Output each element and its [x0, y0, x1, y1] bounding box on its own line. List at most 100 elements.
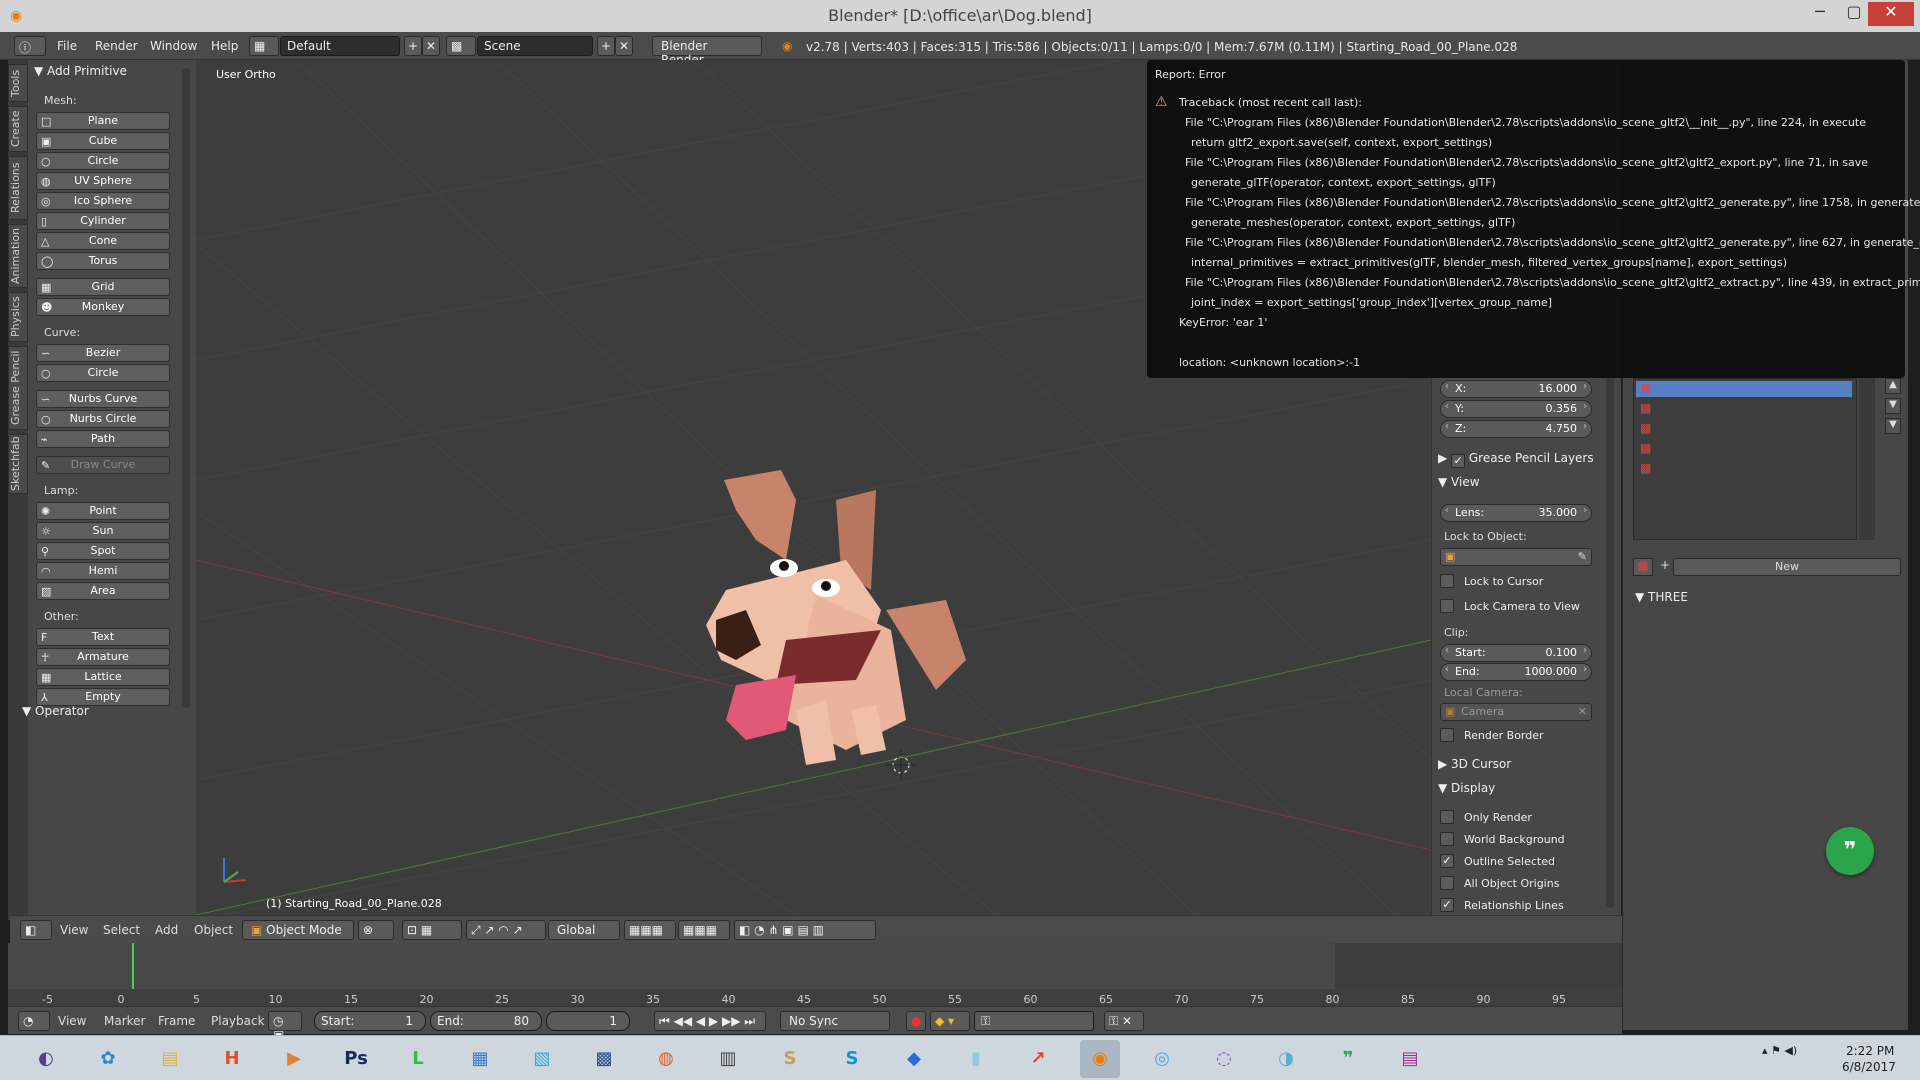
grease-pencil-checkbox[interactable]: ✓	[1451, 454, 1466, 468]
clear-icon[interactable]: ✕	[1578, 705, 1587, 718]
add-nurbs-curve-button[interactable]: ∽ Nurbs Curve	[36, 390, 170, 408]
taskbar-app-icon[interactable]: ◌	[1204, 1040, 1244, 1078]
local-camera-field[interactable]: ▣ Camera ✕	[1440, 703, 1592, 721]
tab-animation[interactable]: Animation	[8, 224, 28, 288]
pivot-icon[interactable]: ⊡ ▦	[402, 920, 462, 940]
add-scene-icon[interactable]: +	[597, 36, 615, 56]
add-curve-circle-button[interactable]: ○ Circle	[36, 364, 170, 382]
tab-relations[interactable]: Relations	[8, 156, 28, 220]
add-cylinder-button[interactable]: ▯ Cylinder	[36, 212, 170, 230]
menu-view[interactable]: View	[58, 1014, 86, 1028]
view-section-header[interactable]: ▼ View	[1438, 475, 1480, 489]
menu-window[interactable]: Window	[150, 39, 197, 53]
add-armature-button[interactable]: ☥ Armature	[36, 648, 170, 666]
editor-type-icon[interactable]: ⓘ	[14, 36, 46, 56]
move-down-icon[interactable]: ▼	[1885, 398, 1901, 414]
taskbar-app-icon[interactable]: ◉	[1080, 1040, 1120, 1078]
draw-curve-button[interactable]: ✎ Draw Curve	[36, 456, 170, 474]
taskbar-app-icon[interactable]: ❞	[1328, 1040, 1368, 1078]
add-sun-lamp-button[interactable]: ☼ Sun	[36, 522, 170, 540]
taskbar-app-icon[interactable]: ◍	[646, 1040, 686, 1078]
move-up-icon[interactable]: ▲	[1885, 378, 1901, 394]
menu-object[interactable]: Object	[194, 923, 233, 937]
remove-layout-icon[interactable]: ✕	[422, 36, 440, 56]
add-nurbs-circle-button[interactable]: ○ Nurbs Circle	[36, 410, 170, 428]
add-torus-button[interactable]: ◯ Torus	[36, 252, 170, 270]
clip-start-field[interactable]: ‹ Start: 0.100 ›	[1440, 644, 1592, 662]
menu-playback[interactable]: Playback	[211, 1014, 265, 1028]
eyedropper-icon[interactable]: ✎	[1578, 550, 1587, 563]
taskbar-app-icon[interactable]: ✿	[88, 1040, 128, 1078]
shading-icon[interactable]: ⊗	[358, 920, 394, 940]
manipulator-icon[interactable]: ⤢ ↗ ◠ ↗	[466, 920, 546, 940]
layers-icon[interactable]: ▦▦▦	[624, 920, 676, 940]
snap-icon[interactable]: ◧ ◔ ⋔ ▣ ▤ ▥	[734, 920, 876, 940]
tray-icons[interactable]: ▴ ⚑ ◀)	[1762, 1044, 1797, 1057]
more-icon[interactable]: ▼	[1885, 418, 1901, 434]
add-point-lamp-button[interactable]: ✺ Point	[36, 502, 170, 520]
outline-selected-checkbox[interactable]: ✓	[1440, 854, 1454, 868]
taskbar-app-icon[interactable]: ◑	[1266, 1040, 1306, 1078]
add-monkey-button[interactable]: ☻ Monkey	[36, 298, 170, 316]
texture-slot-selected[interactable]	[1636, 381, 1852, 397]
new-texture-button[interactable]: New	[1673, 558, 1901, 576]
render-border-checkbox[interactable]	[1440, 728, 1454, 742]
current-frame-field[interactable]: 1	[546, 1011, 630, 1031]
taskbar-app-icon[interactable]: H	[212, 1040, 252, 1078]
taskbar-app-icon[interactable]: ▥	[708, 1040, 748, 1078]
grease-pencil-layers-header[interactable]: ▶ ✓ Grease Pencil Layers	[1438, 451, 1594, 468]
scene-field[interactable]: Scene	[477, 36, 593, 56]
render-engine-dropdown[interactable]: Blender Render	[652, 36, 762, 67]
location-y-field[interactable]: ‹ Y: 0.356 ›	[1440, 400, 1592, 418]
layout-grid-icon[interactable]: ▦	[249, 36, 279, 56]
only-render-checkbox[interactable]	[1440, 810, 1454, 824]
editor-type-icon[interactable]: ◧	[20, 920, 52, 940]
lens-field[interactable]: ‹ Lens: 35.000 ›	[1440, 504, 1592, 522]
taskbar-app-icon[interactable]: S	[832, 1040, 872, 1078]
add-hemi-lamp-button[interactable]: ◠ Hemi	[36, 562, 170, 580]
add-circle-button[interactable]: ○ Circle	[36, 152, 170, 170]
world-background-checkbox[interactable]	[1440, 832, 1454, 846]
all-origins-checkbox[interactable]	[1440, 876, 1454, 890]
lock-camera-checkbox[interactable]	[1440, 599, 1454, 613]
location-x-field[interactable]: ‹ X: 16.000 ›	[1440, 380, 1592, 398]
menu-add[interactable]: Add	[155, 923, 178, 937]
add-text-button[interactable]: F Text	[36, 628, 170, 646]
taskbar-app-icon[interactable]: ◐	[26, 1040, 66, 1078]
tab-create[interactable]: Create	[8, 106, 28, 152]
taskbar-app-icon[interactable]: ▮	[956, 1040, 996, 1078]
relationship-lines-checkbox[interactable]: ✓	[1440, 898, 1454, 912]
taskbar-app-icon[interactable]: ◎	[1142, 1040, 1182, 1078]
tab-physics[interactable]: Physics	[8, 292, 28, 342]
taskbar-app-icon[interactable]: ↗	[1018, 1040, 1058, 1078]
end-frame-field[interactable]: End: 80	[430, 1011, 542, 1031]
layout-field[interactable]: Default	[280, 36, 400, 56]
add-cube-button[interactable]: ▣ Cube	[36, 132, 170, 150]
keying-icon[interactable]: ◆ ▾	[930, 1011, 970, 1031]
taskbar-app-icon[interactable]: Ps	[336, 1040, 376, 1078]
menu-select[interactable]: Select	[103, 923, 140, 937]
add-uv-sphere-button[interactable]: ◍ UV Sphere	[36, 172, 170, 190]
add-grid-button[interactable]: ▦ Grid	[36, 278, 170, 296]
slot-list-scrollbar[interactable]	[1859, 378, 1875, 540]
start-frame-field[interactable]: Start: 1	[314, 1011, 426, 1031]
add-plane-button[interactable]: □ Plane	[36, 112, 170, 130]
taskbar-app-icon[interactable]: ▤	[150, 1040, 190, 1078]
error-report-popup[interactable]: Report: Error ⚠ Traceback (most recent c…	[1147, 60, 1920, 378]
add-spot-lamp-button[interactable]: ⚲ Spot	[36, 542, 170, 560]
tab-sketchfab[interactable]: Sketchfab	[8, 434, 28, 494]
taskbar-app-icon[interactable]: ◆	[894, 1040, 934, 1078]
3d-cursor-icon[interactable]	[886, 750, 916, 780]
add-layout-icon[interactable]: +	[404, 36, 422, 56]
scene-icon[interactable]: ▩	[446, 36, 476, 56]
menu-view[interactable]: View	[60, 923, 88, 937]
playback-controls[interactable]: ⏮ ◀◀ ◀ ▶ ▶▶ ⏭	[654, 1011, 766, 1031]
add-path-button[interactable]: ⌁ Path	[36, 430, 170, 448]
mode-dropdown[interactable]: ▣ Object Mode	[242, 920, 354, 940]
taskbar-app-icon[interactable]: S	[770, 1040, 810, 1078]
menu-render[interactable]: Render	[95, 39, 138, 53]
3d-cursor-header[interactable]: ▶ 3D Cursor	[1438, 757, 1511, 771]
location-z-field[interactable]: ‹ Z: 4.750 ›	[1440, 420, 1592, 438]
taskbar-app-icon[interactable]: ▤	[1390, 1040, 1430, 1078]
texture-browse-icon[interactable]: ▩	[1633, 558, 1653, 576]
